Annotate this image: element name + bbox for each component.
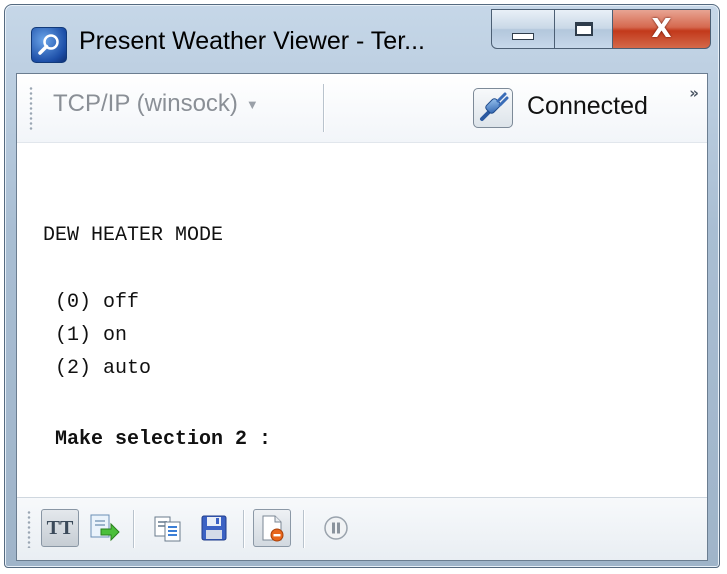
app-window: Present Weather Viewer - Ter... X TCP/IP…: [4, 4, 720, 568]
toolbar-divider: [303, 510, 304, 548]
terminal-line-option-2: (2) auto: [43, 357, 152, 380]
terminal-line-heading: DEW HEATER MODE: [43, 224, 224, 247]
tt-font-button[interactable]: TT: [41, 509, 79, 547]
connection-toolbar: TCP/IP (winsock) ▼ Connected »: [17, 74, 707, 143]
copy-icon: [154, 516, 181, 542]
close-button[interactable]: X: [613, 9, 711, 49]
magnifier-app-icon[interactable]: [31, 27, 67, 63]
bottom-toolbar: TT: [17, 497, 707, 560]
terminal-output[interactable]: DEW HEATER MODE (0) off (1) on (2) auto …: [17, 143, 707, 499]
minimize-icon: [512, 32, 534, 40]
terminal-line-option-1: (1) on: [43, 324, 128, 347]
connection-status-label: Connected: [527, 92, 648, 120]
minimize-button[interactable]: [491, 9, 555, 49]
toolbar-grip-handle[interactable]: [27, 510, 31, 548]
toolbar-divider: [243, 510, 244, 548]
save-icon: [201, 515, 227, 541]
toolbar-grip-handle[interactable]: [29, 86, 33, 130]
window-title: Present Weather Viewer - Ter...: [79, 27, 425, 55]
tt-font-icon: TT: [46, 516, 74, 539]
copy-button[interactable]: [149, 509, 187, 547]
client-area: TCP/IP (winsock) ▼ Connected » DEW HEATE…: [16, 73, 708, 561]
log-stop-icon: [262, 515, 284, 542]
toolbar-divider: [323, 84, 324, 132]
toolbar-overflow-chevron-icon[interactable]: »: [689, 84, 699, 102]
toolbar-divider: [133, 510, 134, 548]
terminal-line-prompt: Make selection 2 :: [43, 428, 272, 451]
connection-type-label: TCP/IP (winsock): [53, 90, 238, 117]
maximize-icon: [574, 22, 593, 36]
terminal-line-option-0: (0) off: [43, 291, 140, 314]
send-file-icon: [90, 514, 120, 542]
chevron-down-icon: ▼: [245, 96, 259, 112]
send-file-button[interactable]: [85, 509, 123, 547]
save-button[interactable]: [195, 509, 233, 547]
close-icon: X: [651, 14, 672, 44]
plug-connected-icon[interactable]: [473, 88, 513, 128]
connection-type-dropdown[interactable]: TCP/IP (winsock) ▼: [53, 90, 259, 118]
title-bar[interactable]: Present Weather Viewer - Ter... X: [5, 5, 719, 73]
maximize-button[interactable]: [555, 9, 613, 49]
pause-button[interactable]: [317, 509, 355, 547]
caption-buttons: X: [491, 9, 711, 49]
log-stop-button[interactable]: [253, 509, 291, 547]
pause-icon: [324, 516, 348, 540]
